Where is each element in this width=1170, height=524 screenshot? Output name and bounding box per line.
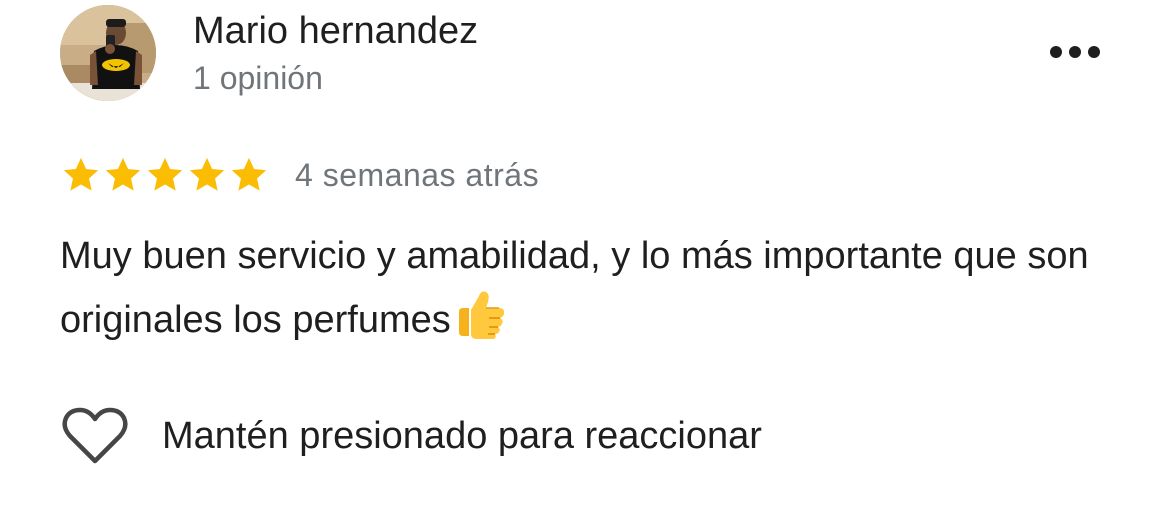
react-label: Mantén presionado para reaccionar: [162, 415, 762, 457]
star-icon: [102, 154, 144, 196]
star-icon: [186, 154, 228, 196]
review-text-body: Muy buen servicio y amabilidad, y lo más…: [60, 235, 1089, 341]
star-icon: [228, 154, 270, 196]
react-button[interactable]: Mantén presionado para reaccionar: [60, 406, 762, 466]
star-icon: [144, 154, 186, 196]
reviewer-avatar[interactable]: [60, 5, 156, 101]
star-icon: [60, 154, 102, 196]
review-date: 4 semanas atrás: [295, 157, 540, 193]
user-photo: [60, 5, 156, 101]
star-rating: [60, 154, 270, 196]
heart-outline-icon[interactable]: [60, 406, 130, 466]
more-options-button[interactable]: [1040, 30, 1110, 74]
review-text: Muy buen servicio y amabilidad, y lo más…: [60, 226, 1120, 360]
more-horizontal-icon: [1050, 46, 1100, 58]
thumbs-up-emoji: [453, 286, 509, 360]
reviewer-review-count: 1 opinión: [193, 60, 323, 96]
reviewer-name[interactable]: Mario hernandez: [193, 8, 478, 54]
